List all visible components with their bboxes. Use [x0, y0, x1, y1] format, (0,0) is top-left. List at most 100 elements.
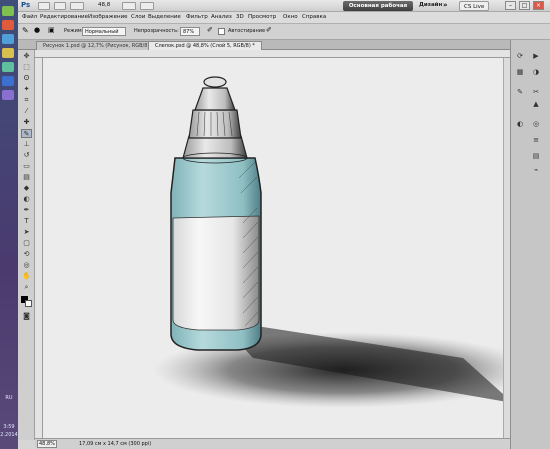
menu-edit[interactable]: Редактирование [40, 14, 88, 20]
menu-image[interactable]: Изображение [88, 14, 128, 20]
bottle-label [172, 215, 260, 331]
brush-tool-icon[interactable]: ✎ [21, 129, 32, 138]
zoom-level-field[interactable]: 48,8 [98, 2, 110, 8]
path-select-tool-icon[interactable]: ➤ [21, 228, 32, 237]
crop-tool-icon[interactable]: ⌗ [21, 96, 32, 105]
paths-panel-icon[interactable]: ⌁ [531, 166, 541, 175]
minibridge-icon[interactable] [54, 2, 66, 10]
menu-file[interactable]: Файл [22, 14, 37, 20]
type-tool-icon[interactable]: T [21, 217, 32, 226]
tool-presets-panel-icon[interactable]: ▲ [531, 100, 541, 109]
maximize-icon[interactable]: □ [519, 1, 530, 10]
color-panel-icon[interactable]: ◑ [531, 68, 541, 77]
extras-icon[interactable] [70, 2, 84, 10]
menu-view[interactable]: Просмотр [248, 14, 276, 20]
menu-bar: Файл Редактирование Изображение Слои Выд… [18, 12, 550, 24]
close-icon[interactable]: × [533, 1, 544, 10]
horizontal-ruler [35, 50, 510, 58]
app-icon[interactable] [2, 62, 14, 72]
menu-3d[interactable]: 3D [236, 14, 244, 20]
workspace-more-button[interactable]: » [443, 1, 448, 9]
layers-panel-icon[interactable]: ≡ [531, 136, 541, 145]
menu-layers[interactable]: Слои [131, 14, 145, 20]
photoshop-window: Ps 48,8 Основная рабочая среда Дизайн » … [18, 0, 550, 449]
vertical-ruler [35, 58, 43, 438]
pen-tool-icon[interactable]: ✒ [21, 206, 32, 215]
channels-panel-icon[interactable]: ▤ [531, 152, 541, 161]
3d-orbit-tool-icon[interactable]: ◎ [21, 261, 32, 270]
vertical-scrollbar[interactable] [503, 58, 510, 438]
menu-select[interactable]: Выделение [148, 14, 181, 20]
adjustments-panel-icon[interactable]: ◐ [515, 120, 525, 129]
brush-panel-icon[interactable]: ✎ [515, 88, 525, 97]
windows-taskbar: RU 3:59 2.2014 [0, 0, 18, 449]
tab-document-1[interactable]: Рисунок 1.psd @ 12,7% (Рисунок, RGB/8) [36, 41, 157, 50]
menu-window[interactable]: Окно [283, 14, 298, 20]
history-panel-icon[interactable]: ⟳ [515, 52, 525, 61]
app-icon[interactable] [2, 48, 14, 58]
opacity-input[interactable]: 87% [180, 27, 200, 36]
zoom-tool-icon[interactable]: ⌕ [21, 283, 32, 292]
stamp-tool-icon[interactable]: ⊥ [21, 140, 32, 149]
dropper-tip [194, 87, 236, 111]
background-color-swatch[interactable] [25, 300, 32, 307]
dodge-tool-icon[interactable]: ◐ [21, 195, 32, 204]
masks-panel-icon[interactable]: ◎ [531, 120, 541, 129]
eraser-tool-icon[interactable]: ▭ [21, 162, 32, 171]
language-indicator[interactable]: RU [0, 395, 18, 401]
3d-rotate-tool-icon[interactable]: ⟲ [21, 250, 32, 259]
mode-label: Режим: [64, 28, 84, 34]
bottle-drawing [153, 76, 503, 408]
document-tabs: Рисунок 1.psd @ 12,7% (Рисунок, RGB/8) С… [18, 40, 510, 50]
tools-panel: ✥ ⬚ ʘ ✦ ⌗ ⁄ ✚ ✎ ⊥ ↺ ▭ ▤ ◆ ◐ ✒ T ➤ ▢ ⟲ ◎ … [18, 50, 35, 440]
document-canvas[interactable] [43, 58, 503, 438]
swatches-panel-icon[interactable]: ▦ [515, 68, 525, 77]
tab-document-2[interactable]: Слепок.psd @ 48,8% (Слой 5, RGB/8) * [148, 41, 262, 50]
move-tool-icon[interactable]: ✥ [21, 52, 32, 61]
gradient-tool-icon[interactable]: ▤ [21, 173, 32, 182]
app-icon[interactable] [2, 76, 14, 86]
shape-tool-icon[interactable]: ▢ [21, 239, 32, 248]
tablet-pressure-icon[interactable]: ✐ [207, 26, 213, 34]
minimize-icon[interactable]: – [505, 1, 516, 10]
tablet-size-icon[interactable]: ✐ [266, 26, 272, 34]
blur-tool-icon[interactable]: ◆ [21, 184, 32, 193]
marquee-tool-icon[interactable]: ⬚ [21, 63, 32, 72]
app-icon[interactable] [2, 34, 14, 44]
brush-panel-icon[interactable]: ▣ [48, 26, 55, 34]
cs-live-button[interactable]: CS Live [459, 1, 490, 11]
zoom-status-field[interactable]: 48,8% [37, 440, 57, 448]
brush-tool-icon[interactable]: ✎ [22, 26, 29, 35]
history-brush-tool-icon[interactable]: ↺ [21, 151, 32, 160]
app-icon[interactable] [2, 20, 14, 30]
arrange-icon[interactable] [122, 2, 136, 10]
menu-analysis[interactable]: Анализ [211, 14, 232, 20]
mode-select[interactable]: Нормальный [82, 27, 126, 36]
lasso-tool-icon[interactable]: ʘ [21, 74, 32, 83]
app-icon[interactable] [2, 6, 14, 16]
autoerase-label: Автостирание [228, 28, 266, 34]
document-info[interactable]: 17,09 см x 14,7 см (300 ppi) [79, 440, 151, 448]
app-icon[interactable] [2, 90, 14, 100]
brush-preset-icon[interactable]: ● [34, 26, 40, 34]
screen-mode-icon[interactable] [140, 2, 154, 10]
quick-select-tool-icon[interactable]: ✦ [21, 85, 32, 94]
workspace-design-button[interactable]: Дизайн [419, 2, 442, 8]
clone-source-panel-icon[interactable]: ✂ [531, 88, 541, 97]
clock-date: 2.2014 [0, 432, 18, 438]
actions-panel-icon[interactable]: ▶ [531, 52, 541, 61]
menu-filter[interactable]: Фильтр [186, 14, 208, 20]
opacity-label: Непрозрачность: [134, 28, 179, 34]
bridge-icon[interactable] [38, 2, 50, 10]
autoerase-checkbox[interactable] [218, 28, 225, 35]
hand-tool-icon[interactable]: ✋ [21, 272, 32, 281]
bottle-cap [188, 109, 242, 139]
options-bar: ✎ ● ▣ Режим: Нормальный Непрозрачность: … [18, 24, 550, 40]
clock-time: 3:59 [3, 424, 15, 430]
workspace-essentials-button[interactable]: Основная рабочая среда [343, 1, 413, 19]
quick-mask-icon[interactable]: ◙ [21, 312, 32, 321]
ps-logo: Ps [21, 1, 31, 9]
menu-help[interactable]: Справка [302, 14, 326, 20]
healing-tool-icon[interactable]: ✚ [21, 118, 32, 127]
eyedropper-tool-icon[interactable]: ⁄ [21, 107, 32, 116]
